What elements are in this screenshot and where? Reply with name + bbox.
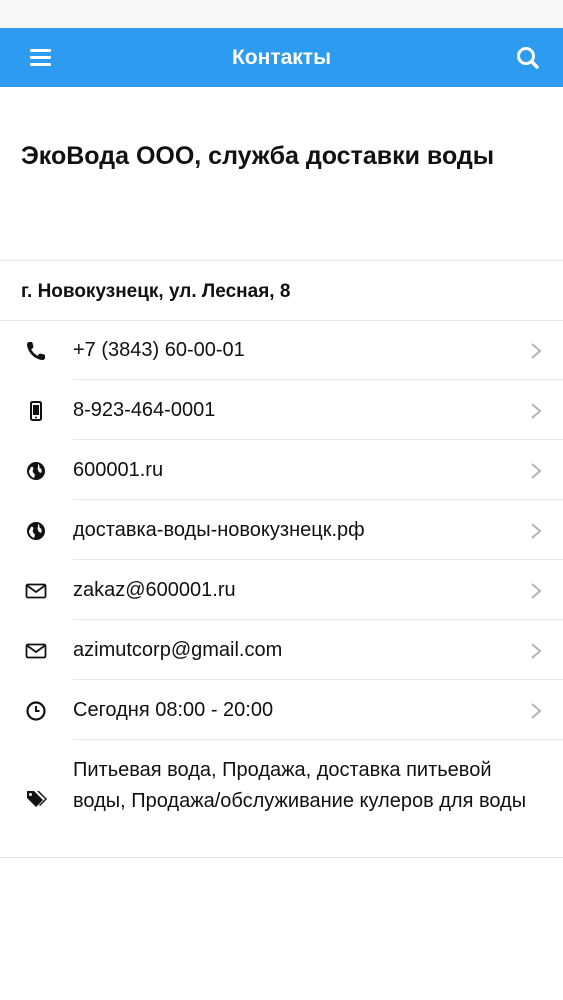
chevron-right-icon <box>531 403 542 419</box>
chevron-right-icon <box>531 523 542 539</box>
contact-row-phone[interactable]: +7 (3843) 60-00-01 <box>0 321 563 380</box>
tags-icon <box>27 791 47 807</box>
page-header-title: Контакты <box>231 46 332 69</box>
row-separator <box>73 499 563 500</box>
search-button[interactable] <box>511 41 545 75</box>
contact-row-hours[interactable]: Сегодня 08:00 - 20:00 <box>0 681 563 740</box>
chevron-right-icon <box>531 643 542 659</box>
tags-row: Питьевая вода, Продажа, доставка питьево… <box>0 740 563 857</box>
row-separator <box>73 559 563 560</box>
chevron-right-icon <box>531 463 542 479</box>
globe-icon <box>27 522 45 540</box>
contact-row-email[interactable]: zakaz@600001.ru <box>0 561 563 620</box>
envelope-icon <box>25 583 47 599</box>
contact-text: 8-923-464-0001 <box>73 399 216 421</box>
contact-text: azimutcorp@gmail.com <box>73 639 283 661</box>
contact-text: +7 (3843) 60-00-01 <box>73 339 245 361</box>
envelope-icon <box>25 643 47 659</box>
company-address: г. Новокузнецк, ул. Лесная, 8 <box>21 281 291 302</box>
contact-text: zakaz@600001.ru <box>73 579 236 601</box>
globe-icon <box>27 462 45 480</box>
row-separator <box>73 379 563 380</box>
contact-row-mobile[interactable]: 8-923-464-0001 <box>0 381 563 440</box>
contact-text: Сегодня 08:00 - 20:00 <box>73 699 274 721</box>
row-separator <box>73 679 563 680</box>
chevron-right-icon <box>531 703 542 719</box>
mobile-phone-icon <box>30 401 42 421</box>
divider <box>0 260 563 261</box>
row-separator <box>73 439 563 440</box>
tags-text: Питьевая вода, Продажа, доставка питьево… <box>73 759 527 812</box>
company-name: ЭкоВода ООО, служба доставки воды <box>21 142 495 170</box>
contact-row-email-2[interactable]: azimutcorp@gmail.com <box>0 621 563 680</box>
contact-text: доставка-воды-новокузнецк.рф <box>73 519 365 541</box>
search-icon <box>517 47 539 69</box>
chevron-right-icon <box>531 583 542 599</box>
clock-icon <box>26 701 46 721</box>
status-bar <box>0 0 563 28</box>
row-separator <box>73 619 563 620</box>
chevron-right-icon <box>531 343 542 359</box>
app-header: Контакты <box>0 28 563 87</box>
phone-icon <box>27 342 45 360</box>
contact-text: 600001.ru <box>73 459 164 481</box>
divider <box>0 857 563 858</box>
contact-row-website-rf[interactable]: доставка-воды-новокузнецк.рф <box>0 501 563 560</box>
contact-row-website[interactable]: 600001.ru <box>0 441 563 500</box>
